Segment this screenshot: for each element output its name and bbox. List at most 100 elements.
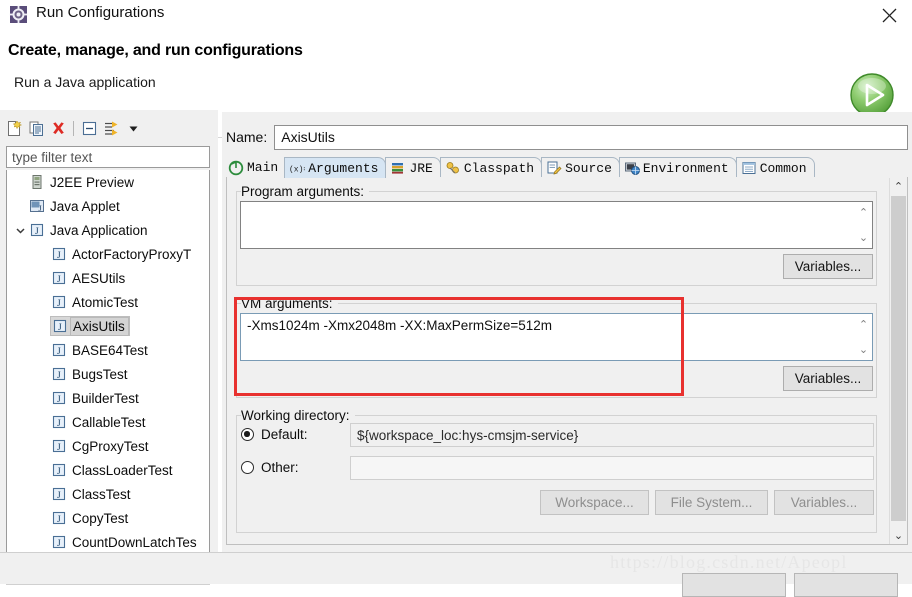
tab-common[interactable]: Common: [735, 157, 815, 178]
page-title: Create, manage, and run configurations: [8, 42, 303, 59]
dialog-header: Create, manage, and run configurations R…: [0, 30, 912, 138]
svg-text:J: J: [57, 371, 61, 381]
tab-classpath[interactable]: Classpath: [439, 157, 543, 178]
program-arguments-spinner[interactable]: ⌃ ⌄: [856, 203, 871, 247]
tree-item-label: BugsTest: [72, 366, 128, 382]
tree-item-java-applet[interactable]: J Java Applet: [7, 194, 209, 218]
filter-input[interactable]: type filter text: [6, 146, 210, 168]
collapse-all-icon[interactable]: [78, 118, 100, 139]
tree-item-label: CgProxyTest: [72, 438, 149, 454]
vm-arguments-spinner[interactable]: ⌃ ⌄: [856, 315, 871, 359]
new-configuration-icon[interactable]: [3, 118, 25, 139]
tree-item-callabletest[interactable]: J CallableTest: [7, 410, 209, 434]
svg-text:J: J: [57, 419, 61, 429]
tree-item-base64test[interactable]: J BASE64Test: [7, 338, 209, 362]
svg-text:J: J: [35, 227, 39, 237]
svg-text:J: J: [57, 251, 61, 261]
tab-strip: Main (x)=Arguments JRE Classpath Source Envir…: [226, 156, 908, 179]
toolbar-separator: [73, 121, 74, 136]
tree-item-label: CopyTest: [72, 510, 129, 526]
name-input[interactable]: AxisUtils: [274, 124, 908, 150]
svg-text:J: J: [57, 467, 61, 477]
svg-text:J: J: [57, 539, 61, 549]
tab-source[interactable]: Source: [541, 157, 620, 178]
configurations-pane: type filter text J2EE Preview J Java Apple…: [0, 110, 218, 585]
working-directory-default-radio[interactable]: Default:: [241, 427, 308, 442]
arguments-tab-icon: (x)=: [289, 166, 305, 175]
tree-item-label: BuilderTest: [72, 390, 139, 406]
tree-item-countdownlatchtes[interactable]: J CountDownLatchTes: [7, 530, 209, 554]
svg-text:J: J: [58, 323, 62, 333]
vscroll-thumb[interactable]: [891, 196, 906, 521]
spin-up-icon[interactable]: ⌃: [859, 206, 868, 219]
close-icon[interactable]: [866, 0, 912, 30]
svg-text:J: J: [57, 491, 61, 501]
program-arguments-variables-button[interactable]: Variables...: [783, 254, 873, 279]
tab-jre[interactable]: JRE: [385, 157, 441, 178]
scroll-down-icon[interactable]: ⌄: [890, 527, 907, 544]
configurations-tree[interactable]: J2EE Preview J Java Applet J Java Applicatio…: [6, 170, 210, 563]
tree-item-axisutils[interactable]: J AxisUtils: [7, 314, 209, 338]
working-directory-other-radio[interactable]: Other:: [241, 460, 299, 475]
duplicate-configuration-icon[interactable]: [25, 118, 47, 139]
vm-arguments-textarea[interactable]: -Xms1024m -Xmx2048m -XX:MaxPermSize=512m…: [240, 313, 873, 361]
tab-label: Main: [247, 160, 279, 175]
scroll-up-icon[interactable]: ⌃: [890, 178, 907, 195]
tree-item-atomictest[interactable]: J AtomicTest: [7, 290, 209, 314]
configuration-editor-pane: Name: AxisUtils Main (x)=Arguments JRE Clas…: [222, 112, 912, 552]
tab-label: Common: [759, 160, 807, 176]
tree-item-label: AESUtils: [72, 270, 126, 286]
tree-item-classloadertest[interactable]: J ClassLoaderTest: [7, 458, 209, 482]
tree-item-aesutils[interactable]: J AESUtils: [7, 266, 209, 290]
tree-item-label: ClassTest: [72, 486, 131, 502]
vm-arguments-variables-button[interactable]: Variables...: [783, 366, 873, 391]
java-launch-icon: J: [52, 271, 66, 285]
spin-down-icon[interactable]: ⌄: [859, 343, 868, 356]
main-tab-icon: [228, 160, 244, 175]
tree-item-cgproxytest[interactable]: J CgProxyTest: [7, 434, 209, 458]
vm-arguments-variables-label: Variables...: [794, 371, 862, 386]
tab-main[interactable]: Main: [226, 157, 285, 178]
close-button[interactable]: [794, 573, 898, 597]
name-row: Name: AxisUtils: [226, 124, 908, 150]
chevron-down-icon[interactable]: [11, 221, 29, 239]
spin-down-icon[interactable]: ⌄: [859, 231, 868, 244]
tree-item-copytest[interactable]: J CopyTest: [7, 506, 209, 530]
source-tab-icon: [547, 161, 562, 175]
tree-item-java-application[interactable]: J Java Application: [7, 218, 209, 242]
view-menu-chevron-icon[interactable]: [122, 118, 144, 139]
name-label: Name:: [226, 129, 268, 145]
tree-item-label: AtomicTest: [72, 294, 139, 310]
java-launch-icon: J: [52, 295, 66, 309]
tree-item-actorfactoryproxyt[interactable]: J ActorFactoryProxyT: [7, 242, 209, 266]
delete-configuration-icon[interactable]: [47, 118, 69, 139]
tab-arguments[interactable]: (x)=Arguments: [284, 157, 387, 178]
program-arguments-variables-label: Variables...: [794, 259, 862, 274]
java-launch-icon: J: [52, 439, 66, 453]
svg-text:J: J: [57, 515, 61, 525]
workspace-button[interactable]: Workspace...: [540, 490, 649, 515]
spin-up-icon[interactable]: ⌃: [859, 318, 868, 331]
tree-item-label: Java Application: [50, 222, 148, 238]
window-title: Run Configurations: [36, 4, 165, 21]
java-launch-icon: J: [52, 463, 66, 477]
tree-item-buildertest[interactable]: J BuilderTest: [7, 386, 209, 410]
radio-other-indicator: [241, 461, 254, 474]
working-directory-label: Working directory:: [241, 408, 355, 423]
tree-item-selection: J AxisUtils: [50, 316, 130, 336]
working-directory-variables-button[interactable]: Variables...: [774, 490, 874, 515]
working-directory-default-value-field: ${workspace_loc:hys-cmsjm-service}: [350, 423, 874, 447]
program-arguments-textarea[interactable]: ⌃ ⌄: [240, 201, 873, 249]
run-button[interactable]: [682, 573, 786, 597]
file-system-button[interactable]: File System...: [655, 490, 768, 515]
radio-default-indicator: [241, 428, 254, 441]
tree-item-bugstest[interactable]: J BugsTest: [7, 362, 209, 386]
working-directory-other-input[interactable]: [350, 456, 874, 480]
tab-vertical-scrollbar[interactable]: ⌃ ⌄: [889, 178, 906, 544]
tab-label: JRE: [409, 160, 433, 176]
tree-item-classtest[interactable]: J ClassTest: [7, 482, 209, 506]
tab-environment[interactable]: Environment: [618, 157, 737, 178]
tree-item-j2ee-preview[interactable]: J2EE Preview: [7, 170, 209, 194]
java-launch-icon: J: [52, 367, 66, 381]
filter-configurations-icon[interactable]: [100, 118, 122, 139]
